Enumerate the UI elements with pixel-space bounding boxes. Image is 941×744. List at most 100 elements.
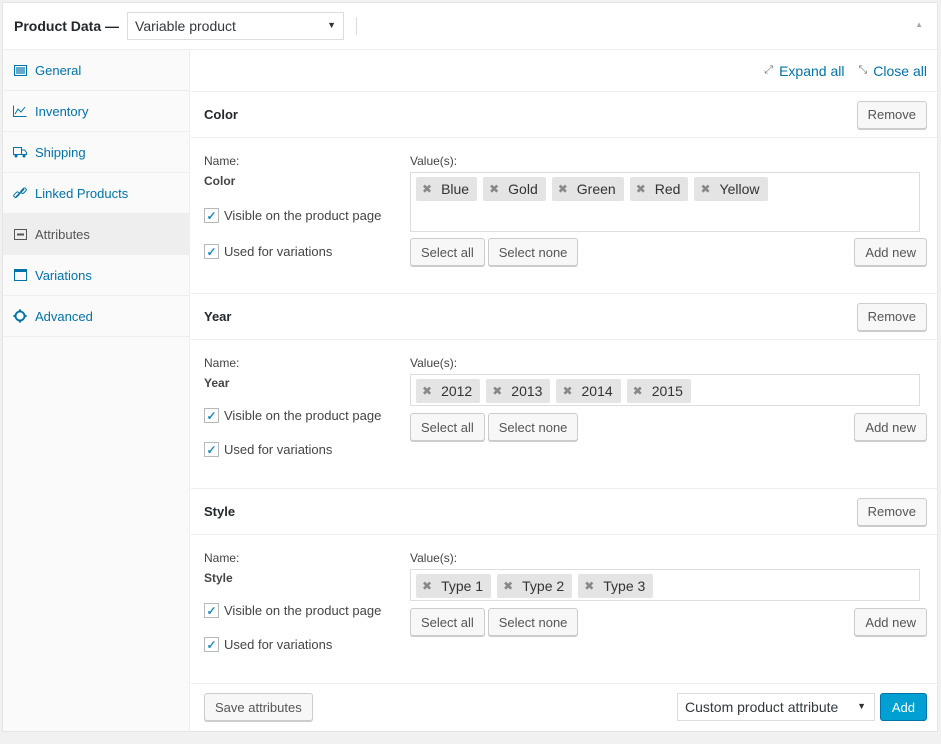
attribute-taxonomy-select[interactable]: Custom product attribute ▼ (677, 693, 875, 721)
remove-value-icon[interactable]: ✖ (489, 182, 499, 196)
expand-all-link[interactable]: ⤢ Expand all (764, 63, 844, 79)
remove-value-icon[interactable]: ✖ (503, 579, 513, 593)
value-chip[interactable]: ✖ Type 3 (578, 574, 654, 598)
remove-value-icon[interactable]: ✖ (422, 182, 432, 196)
attribute-name-value: Style (204, 571, 233, 585)
value-chip[interactable]: ✖ 2013 (486, 379, 551, 403)
add-new-value-button[interactable]: Add new (854, 608, 927, 636)
close-all-link[interactable]: ⤡ Close all (858, 63, 927, 79)
add-new-value-button[interactable]: Add new (854, 413, 927, 441)
remove-button[interactable]: Remove (856, 497, 927, 526)
value-chip-label: Type 3 (603, 578, 646, 594)
value-chip[interactable]: ✖ Type 2 (497, 574, 573, 598)
attribute-header[interactable]: Color Remove (191, 92, 937, 138)
variations-label: Used for variations (224, 244, 333, 259)
remove-value-icon[interactable]: ✖ (422, 384, 432, 398)
tab-inventory[interactable]: Inventory (3, 91, 189, 132)
add-new-value-button[interactable]: Add new (854, 238, 927, 266)
remove-value-icon[interactable]: ✖ (492, 384, 502, 398)
attribute-block: Year Remove Name: Year ✓ Visible on the … (191, 294, 937, 489)
expand-icon: ⤢ (764, 64, 774, 76)
attribute-header[interactable]: Style Remove (191, 489, 937, 535)
value-chip[interactable]: ✖ 2012 (416, 379, 481, 403)
select-all-button[interactable]: Select all (410, 238, 485, 266)
product-type-select[interactable]: Variable product ▼ (127, 12, 345, 40)
panel-header: Product Data — Variable product ▼ ▲ (3, 3, 937, 50)
panel-title: Product Data — (14, 18, 120, 34)
product-data-tabs: General Inventory Shipping Linked Produc… (3, 50, 190, 731)
value-chip-label: Gold (508, 181, 538, 197)
tab-attributes[interactable]: Attributes (3, 214, 189, 255)
tab-shipping[interactable]: Shipping (3, 132, 189, 173)
name-label: Name: (204, 356, 240, 370)
variations-checkbox[interactable]: ✓ Used for variations (204, 244, 332, 259)
remove-value-icon[interactable]: ✖ (584, 579, 594, 593)
value-chip-label: 2014 (581, 383, 613, 399)
variations-checkbox[interactable]: ✓ Used for variations (204, 442, 332, 457)
variations-checkbox[interactable]: ✓ Used for variations (204, 637, 332, 652)
remove-value-icon[interactable]: ✖ (422, 579, 432, 593)
tab-label: General (35, 62, 82, 78)
remove-button[interactable]: Remove (856, 100, 927, 129)
select-none-button[interactable]: Select none (487, 238, 579, 266)
visible-checkbox[interactable]: ✓ Visible on the product page (204, 408, 381, 423)
collapse-panel-icon[interactable]: ▲ (915, 20, 923, 29)
tab-label: Attributes (35, 226, 90, 242)
remove-value-icon[interactable]: ✖ (558, 182, 568, 196)
shipping-icon (13, 145, 27, 159)
header-divider (356, 17, 358, 35)
tab-linked-products[interactable]: Linked Products (3, 173, 189, 214)
remove-button[interactable]: Remove (856, 302, 927, 331)
value-chip[interactable]: ✖ 2014 (556, 379, 621, 403)
tab-advanced[interactable]: Advanced (3, 296, 189, 337)
checkmark-icon: ✓ (204, 244, 219, 259)
value-chip[interactable]: ✖ Red (629, 177, 689, 201)
save-attributes-button[interactable]: Save attributes (204, 693, 313, 721)
remove-value-icon[interactable]: ✖ (636, 182, 646, 196)
attributes-panel: ⤢ Expand all ⤡ Close all Color Remove Na… (191, 50, 937, 731)
product-type-value: Variable product (135, 18, 236, 34)
select-all-button[interactable]: Select all (410, 413, 485, 441)
value-chip-label: 2012 (441, 383, 473, 399)
attribute-taxonomy-value: Custom product attribute (685, 699, 839, 715)
add-attribute-button[interactable]: Add (879, 693, 927, 721)
value-chip[interactable]: ✖ Blue (416, 177, 478, 201)
visible-checkbox[interactable]: ✓ Visible on the product page (204, 208, 381, 223)
value-chip[interactable]: ✖ Green (551, 177, 624, 201)
remove-value-icon[interactable]: ✖ (700, 182, 710, 196)
tab-variations[interactable]: Variations (3, 255, 189, 296)
attribute-body: Name: Year ✓ Visible on the product page… (191, 340, 937, 488)
select-all-button[interactable]: Select all (410, 608, 485, 636)
visible-checkbox[interactable]: ✓ Visible on the product page (204, 603, 381, 618)
value-chip-label: 2015 (651, 383, 683, 399)
values-input[interactable]: ✖ Type 1 ✖ Type 2 ✖ Type 3 (410, 569, 920, 601)
value-chip-label: Yellow (719, 181, 760, 197)
values-input[interactable]: ✖ 2012 ✖ 2013 ✖ 2014 ✖ 2015 (410, 374, 920, 406)
attribute-block: Style Remove Name: Style ✓ Visible on th… (191, 489, 937, 684)
value-chip[interactable]: ✖ Type 1 (416, 574, 492, 598)
product-data-panel: Product Data — Variable product ▼ ▲ Gene… (2, 2, 938, 732)
values-input[interactable]: ✖ Blue ✖ Gold ✖ Green ✖ Red ✖ Yellow (410, 172, 920, 232)
value-chip-label: 2013 (511, 383, 543, 399)
values-label: Value(s): (410, 551, 458, 565)
remove-value-icon[interactable]: ✖ (562, 384, 572, 398)
value-chip[interactable]: ✖ Gold (483, 177, 546, 201)
select-none-button[interactable]: Select none (487, 608, 579, 636)
attribute-header[interactable]: Year Remove (191, 294, 937, 340)
tab-label: Linked Products (35, 185, 129, 201)
attribute-name-value: Year (204, 376, 230, 390)
visible-label: Visible on the product page (224, 208, 382, 223)
attributes-icon (13, 227, 27, 241)
visible-label: Visible on the product page (224, 603, 382, 618)
tab-label: Variations (35, 267, 92, 283)
tab-general[interactable]: General (3, 50, 189, 91)
attribute-body: Name: Color ✓ Visible on the product pag… (191, 138, 937, 293)
select-caret-icon: ▼ (857, 701, 866, 711)
remove-value-icon[interactable]: ✖ (633, 384, 643, 398)
value-chip[interactable]: ✖ Yellow (694, 177, 768, 201)
tab-label: Inventory (35, 103, 89, 119)
select-none-button[interactable]: Select none (487, 413, 579, 441)
value-chip-label: Type 1 (441, 578, 484, 594)
general-icon (13, 63, 27, 77)
value-chip[interactable]: ✖ 2015 (626, 379, 691, 403)
